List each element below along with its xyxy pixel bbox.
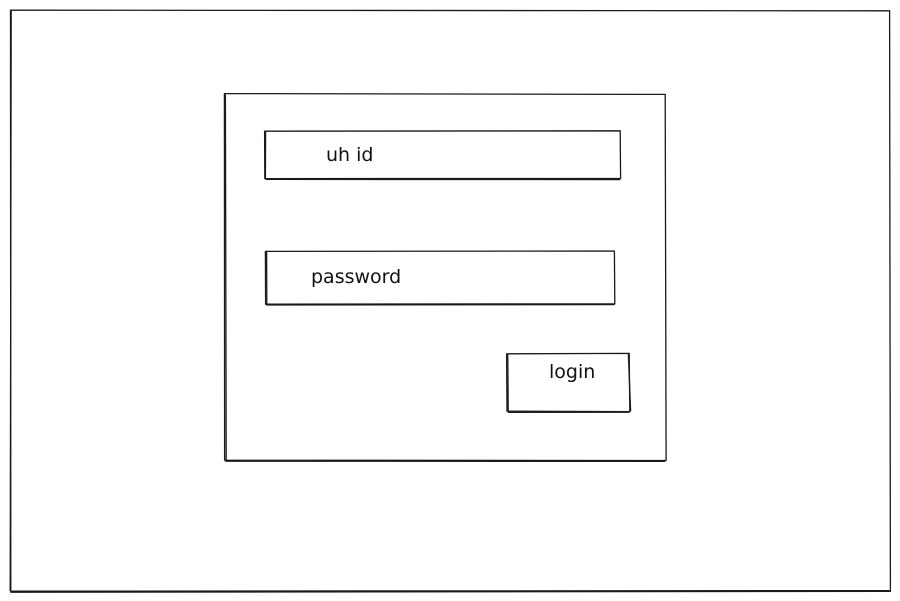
login-button-label: login bbox=[549, 361, 595, 383]
login-button[interactable]: login bbox=[505, 352, 632, 414]
uh-id-field[interactable]: uh id bbox=[263, 130, 622, 181]
wireframe-canvas: uh id password login bbox=[9, 9, 892, 593]
password-field[interactable]: password bbox=[264, 250, 616, 306]
uh-id-placeholder: uh id bbox=[326, 144, 373, 166]
password-placeholder: password bbox=[311, 266, 401, 288]
